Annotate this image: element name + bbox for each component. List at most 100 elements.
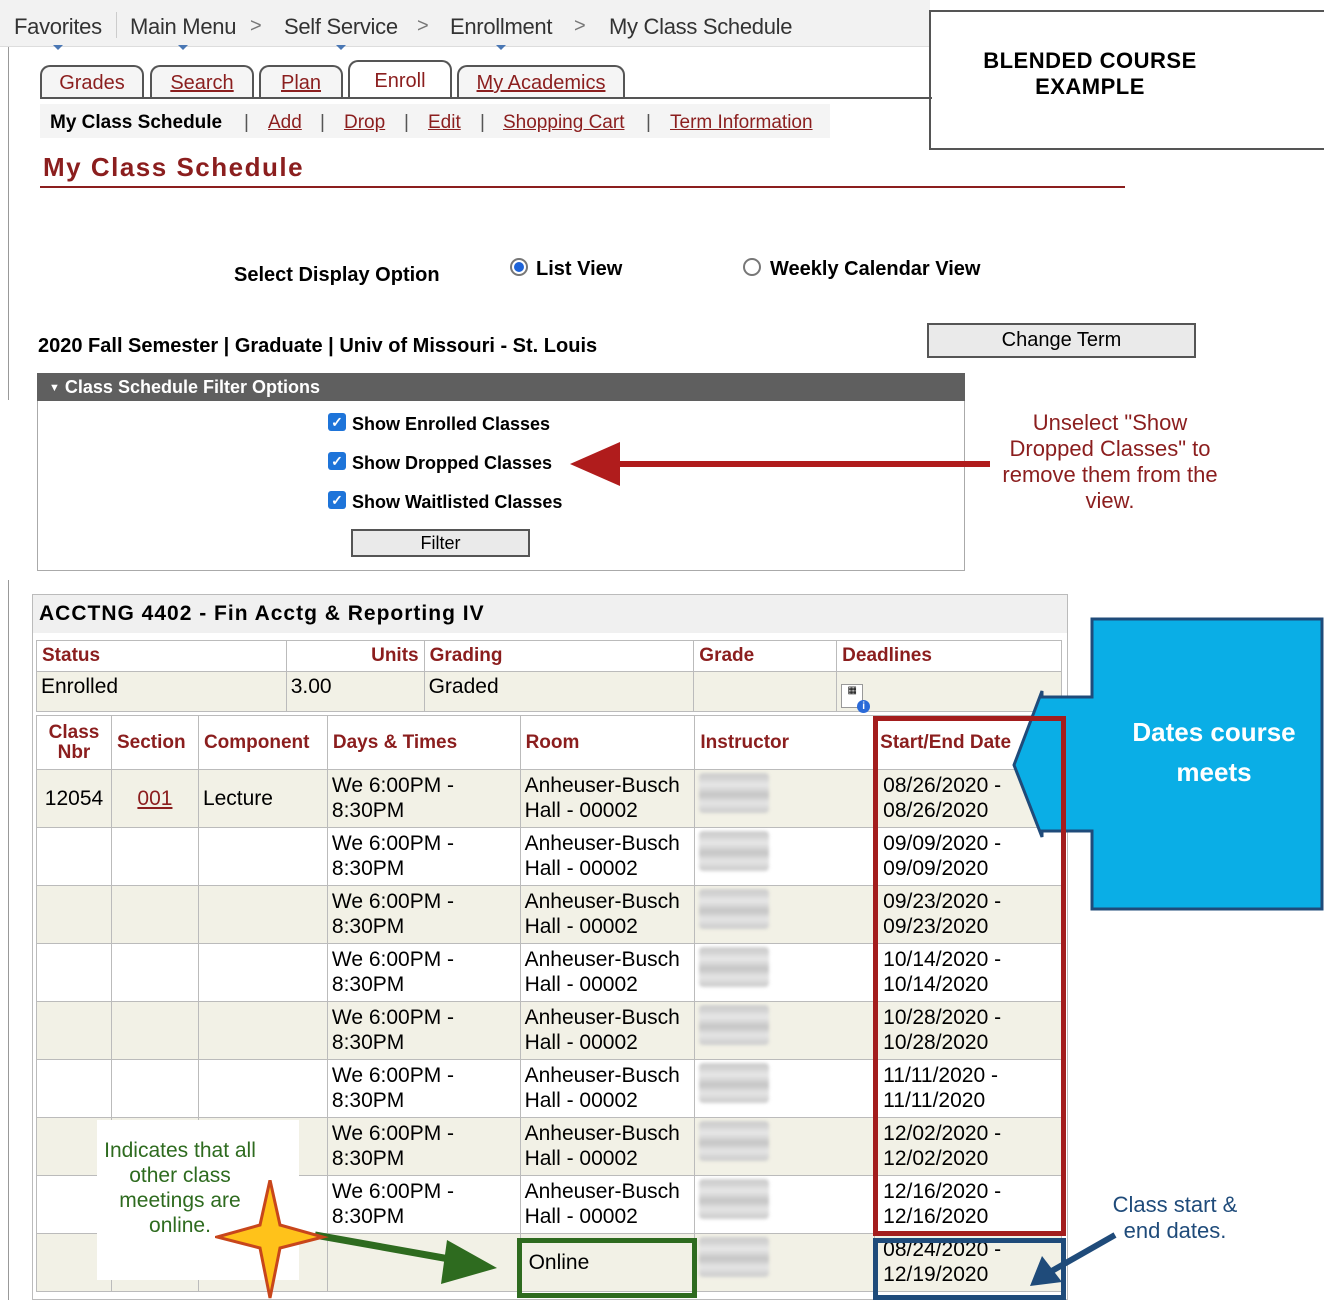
tab-enroll[interactable]: Enroll [348,60,452,98]
dates-highlight [873,716,1066,1236]
page-title: My Class Schedule [43,152,305,182]
subnav-add[interactable]: Add [268,112,302,134]
weekly-calendar-label: Weekly Calendar View [770,258,981,280]
subnav-my-class-schedule: My Class Schedule [50,112,223,133]
nav-enrollment[interactable]: Enrollment [450,14,552,50]
nav-my-class-schedule: My Class Schedule [609,14,793,39]
instructor-header: Instructor [694,715,876,770]
blended-course-callout: BLENDED COURSE EXAMPLE [929,10,1324,150]
tab-grades[interactable]: Grades [40,65,144,98]
instructor-cell [694,885,876,944]
class-nbr-cell [36,827,112,886]
collapse-triangle-icon: ▼ [49,382,60,394]
grade-header: Grade [693,640,838,672]
nav-favorites[interactable]: Favorites [14,14,102,50]
section-cell [110,1001,199,1060]
instructor-name-redacted [699,773,770,813]
room-cell: Anheuser-Busch Hall - 00002 [519,769,696,828]
deadline-calendar-icon[interactable]: ▦ i [841,684,871,713]
units-header: Units [285,640,425,672]
section-header: Section [110,715,199,770]
class-nbr-cell [36,1001,112,1060]
days-times-header: Days & Times [326,715,521,770]
section-cell: 001 [110,769,199,828]
show-enrolled-checkbox[interactable]: ✓ [328,413,346,431]
class-nbr-header: Class Nbr [36,715,112,770]
component-cell: Lecture [197,769,328,828]
filter-panel-header[interactable]: ▼ Class Schedule Filter Options [37,373,965,401]
tab-plan[interactable]: Plan [259,65,343,98]
room-cell: Anheuser-Busch Hall - 00002 [519,1059,696,1118]
callout-title: BLENDED COURSE EXAMPLE [983,48,1197,99]
grading-value: Graded [423,671,695,712]
top-navigation: Favorites Main Menu > Self Service > Enr… [0,0,930,50]
dates-callout-text: Dates course meets [1132,717,1296,787]
subnav-drop[interactable]: Drop [344,112,385,134]
page-edge [8,0,9,400]
instructor-name-redacted [699,889,770,929]
instructor-name-redacted [699,1237,770,1277]
chevron-right-icon: > [417,15,429,37]
subnav-term-information[interactable]: Term Information [670,112,813,134]
green-arrow [215,1180,497,1299]
subnav-shopping-cart[interactable]: Shopping Cart [503,112,624,134]
star-icon [215,1180,329,1299]
title-underline [40,186,1125,188]
divider: | [244,112,249,133]
component-cell [197,943,328,1002]
grading-header: Grading [423,640,695,672]
display-option-label: Select Display Option [234,264,440,286]
room-cell: Anheuser-Busch Hall - 00002 [519,1117,696,1176]
instructor-cell [694,1059,876,1118]
room-cell: Anheuser-Busch Hall - 00002 [519,827,696,886]
instructor-cell [694,1001,876,1060]
nav-main-menu[interactable]: Main Menu [130,14,236,50]
room-cell: Anheuser-Busch Hall - 00002 [519,1001,696,1060]
status-table: Status Units Grading Grade Deadlines Enr… [36,640,1062,713]
room-cell: Anheuser-Busch Hall - 00002 [519,1175,696,1234]
grade-value [693,671,838,712]
days-times-cell: We 6:00PM - 8:30PM [326,885,521,944]
weekly-calendar-radio[interactable] [743,258,761,276]
chevron-right-icon: > [250,15,262,37]
show-enrolled-label: Show Enrolled Classes [352,414,551,434]
section-link[interactable]: 001 [137,787,172,810]
course-title: ACCTNG 4402 - Fin Acctg & Reporting IV [33,595,1067,633]
filter-button[interactable]: Filter [351,529,530,557]
red-arrow [570,442,990,486]
subnav-edit[interactable]: Edit [428,112,461,134]
units-value: 3.00 [285,671,425,712]
show-waitlisted-checkbox[interactable]: ✓ [328,491,346,509]
tab-my-academics[interactable]: My Academics [457,65,625,98]
tab-search[interactable]: Search [150,65,254,98]
show-dropped-checkbox[interactable]: ✓ [328,452,346,470]
divider: | [404,112,409,133]
divider: | [320,112,325,133]
filter-header-label: Class Schedule Filter Options [64,377,320,397]
chevron-right-icon: > [574,15,586,37]
component-header: Component [197,715,328,770]
instructor-cell [694,943,876,1002]
instructor-cell [694,1117,876,1176]
room-cell: Anheuser-Busch Hall - 00002 [519,885,696,944]
divider [116,12,117,38]
status-header: Status [36,640,287,672]
navy-arrow [1030,1232,1117,1286]
change-term-button[interactable]: Change Term [927,323,1196,358]
page-edge [8,580,9,1300]
class-nbr-cell: 12054 [36,769,112,828]
days-times-cell: We 6:00PM - 8:30PM [326,1059,521,1118]
instructor-name-redacted [699,1179,770,1219]
section-cell [110,943,199,1002]
nav-self-service[interactable]: Self Service [284,14,398,50]
instructor-name-redacted [699,1063,770,1103]
instructor-cell [694,827,876,886]
list-view-radio[interactable] [510,258,528,276]
component-cell [197,827,328,886]
instructor-name-redacted [699,1121,770,1161]
term-label: 2020 Fall Semester | Graduate | Univ of … [38,335,598,357]
dropped-annotation: Unselect "Show Dropped Classes" to remov… [1002,410,1218,513]
status-value: Enrolled [36,671,287,712]
tab-divider [40,97,932,99]
instructor-name-redacted [699,1005,770,1045]
